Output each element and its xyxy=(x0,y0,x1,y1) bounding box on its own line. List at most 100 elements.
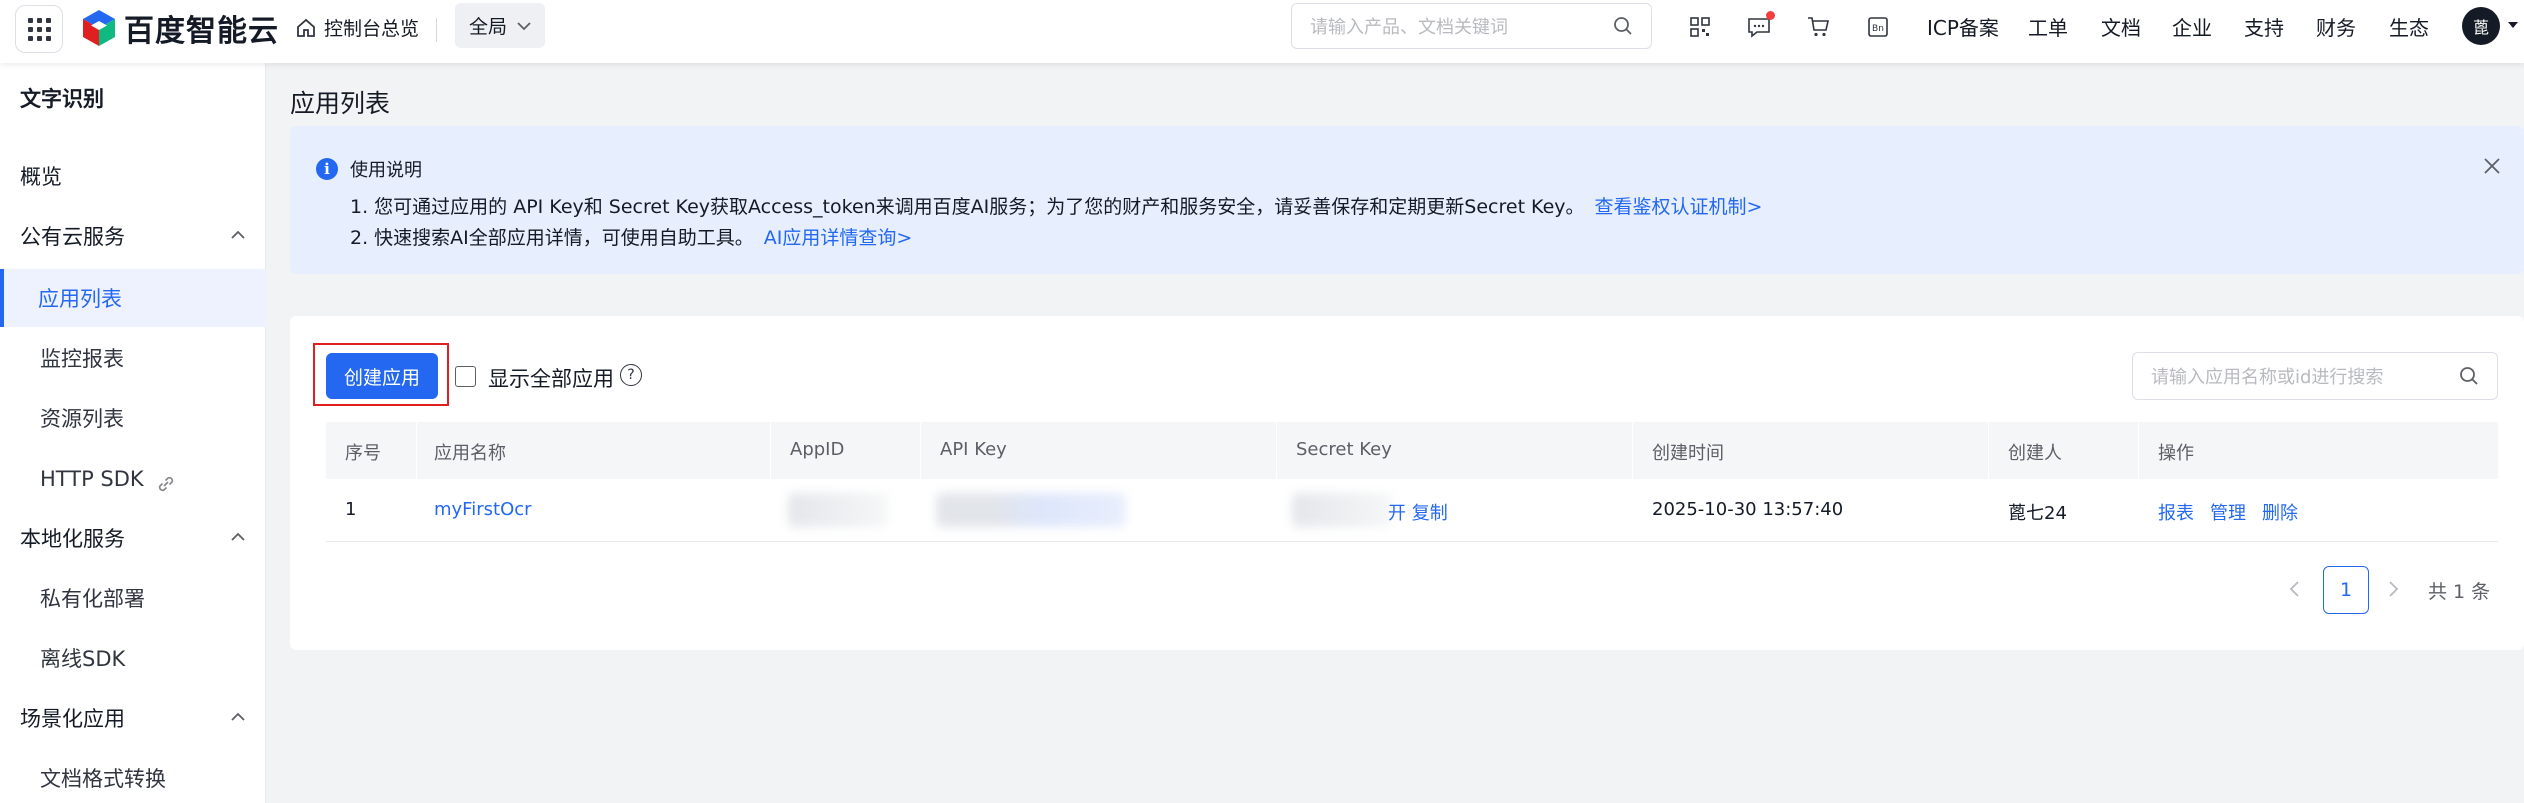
column-divider xyxy=(1988,422,1989,479)
api-key-redacted xyxy=(936,493,1126,527)
global-search-placeholder: 请输入产品、文档关键词 xyxy=(1310,17,1508,38)
qrcode-icon[interactable] xyxy=(1686,13,1714,41)
search-icon[interactable] xyxy=(1613,16,1633,36)
chevron-up-icon xyxy=(231,712,245,721)
chevron-right-icon[interactable] xyxy=(2386,580,2400,598)
region-selector[interactable]: 全局 xyxy=(455,3,545,48)
caret-down-icon[interactable] xyxy=(2506,20,2520,30)
column-header: AppID xyxy=(790,439,845,460)
app-name-link[interactable]: myFirstOcr xyxy=(434,499,532,520)
sidebar-item-resource-list[interactable]: 资源列表 xyxy=(0,389,266,447)
delete-action[interactable]: 删除 xyxy=(2262,499,2298,525)
sidebar-item-label: 私有化部署 xyxy=(40,587,145,611)
console-home-link[interactable]: 控制台总览 xyxy=(296,14,419,41)
sidebar-item-label: 资源列表 xyxy=(40,407,124,431)
nav-link-finance[interactable]: 财务 xyxy=(2316,12,2356,41)
sidebar-group-scenario-apps[interactable]: 场景化应用 xyxy=(0,689,266,747)
manage-action[interactable]: 管理 xyxy=(2210,499,2246,525)
auth-mechanism-link[interactable]: 查看鉴权认证机制> xyxy=(1595,196,1763,218)
sidebar-item-app-list[interactable]: 应用列表 xyxy=(0,269,266,327)
page-title: 应用列表 xyxy=(290,89,391,118)
message-icon[interactable] xyxy=(1745,11,1775,41)
sidebar-item-overview[interactable]: 概览 xyxy=(0,147,266,205)
billing-icon[interactable]: Bn xyxy=(1864,13,1892,41)
nav-link-enterprise[interactable]: 企业 xyxy=(2172,12,2212,41)
sidebar-item-label: 概览 xyxy=(20,165,62,189)
chevron-up-icon xyxy=(231,230,245,239)
secret-key-reveal-copy[interactable]: 开 复制 xyxy=(1388,499,1448,525)
nav-link-ticket[interactable]: 工单 xyxy=(2028,12,2068,41)
column-header: API Key xyxy=(940,439,1007,460)
brand-name: 百度智能云 xyxy=(124,14,279,49)
sidebar-group-local-service[interactable]: 本地化服务 xyxy=(0,509,266,567)
info-icon: i xyxy=(316,158,338,180)
app-search-input[interactable]: 请输入应用名称或id进行搜索 xyxy=(2132,352,2498,400)
sidebar-item-doc-convert[interactable]: 文档格式转换 xyxy=(0,749,266,803)
notice-line-2: 2. 快速搜索AI全部应用详情，可使用自助工具。 AI应用详情查询> xyxy=(350,223,912,250)
sidebar-item-private-deploy[interactable]: 私有化部署 xyxy=(0,569,266,627)
create-app-button[interactable]: 创建应用 xyxy=(326,353,438,399)
sidebar-item-label: 场景化应用 xyxy=(20,707,125,731)
chevron-down-icon xyxy=(517,21,531,30)
user-avatar[interactable]: 蓖 xyxy=(2462,7,2500,45)
nav-link-icp[interactable]: ICP备案 xyxy=(1927,12,1999,41)
question-icon[interactable]: ? xyxy=(620,364,642,386)
notice-line-1-text: 1. 您可通过应用的 API Key和 Secret Key获取Access_t… xyxy=(350,196,1585,218)
column-divider xyxy=(920,422,921,479)
sidebar: 文字识别 概览 公有云服务 应用列表 监控报表 资源列表 HTTP SDK 本地… xyxy=(0,63,266,803)
column-header: 序号 xyxy=(345,443,381,464)
apps-grid-icon xyxy=(27,17,51,41)
nav-link-ecosystem[interactable]: 生态 xyxy=(2389,12,2429,41)
sidebar-group-public-cloud[interactable]: 公有云服务 xyxy=(0,207,266,265)
sidebar-item-label: 文档格式转换 xyxy=(40,767,166,791)
sidebar-item-label: 本地化服务 xyxy=(20,527,125,551)
apps-grid-button[interactable] xyxy=(15,5,63,53)
sidebar-item-http-sdk[interactable]: HTTP SDK xyxy=(0,450,266,508)
search-icon[interactable] xyxy=(2459,366,2479,386)
svg-text:Bn: Bn xyxy=(1872,24,1884,34)
divider xyxy=(436,18,437,42)
column-divider xyxy=(416,422,417,479)
sidebar-item-label: 离线SDK xyxy=(40,647,126,671)
chevron-up-icon xyxy=(231,532,245,541)
appid-redacted xyxy=(788,493,888,527)
column-header: Secret Key xyxy=(1296,439,1392,460)
sidebar-item-offline-sdk[interactable]: 离线SDK xyxy=(0,629,266,687)
home-icon xyxy=(297,18,315,37)
report-action[interactable]: 报表 xyxy=(2158,499,2194,525)
chevron-left-icon[interactable] xyxy=(2288,580,2302,598)
column-header: 创建时间 xyxy=(1652,443,1724,464)
show-all-checkbox[interactable] xyxy=(455,366,476,387)
usage-notice: i 使用说明 1. 您可通过应用的 API Key和 Secret Key获取A… xyxy=(290,126,2524,274)
close-icon[interactable] xyxy=(2482,156,2502,176)
notice-title: 使用说明 xyxy=(350,160,422,181)
cube-logo-icon xyxy=(83,10,115,46)
notice-line-1: 1. 您可通过应用的 API Key和 Secret Key获取Access_t… xyxy=(350,192,1762,219)
app-detail-query-link[interactable]: AI应用详情查询> xyxy=(764,227,913,249)
secret-key-redacted xyxy=(1292,493,1392,527)
row-index: 1 xyxy=(345,499,357,520)
notification-dot xyxy=(1766,11,1775,20)
sidebar-item-label: HTTP SDK xyxy=(40,467,144,491)
top-bar: 百度智能云 控制台总览 全局 请输入产品、文档关键词 Bn ICP备案 工单 文… xyxy=(0,0,2524,63)
column-header: 操作 xyxy=(2158,443,2194,464)
table-header: 序号 应用名称 AppID API Key Secret Key 创建时间 创建… xyxy=(326,422,2498,479)
global-search-input[interactable]: 请输入产品、文档关键词 xyxy=(1291,3,1652,49)
column-divider xyxy=(1632,422,1633,479)
total-count: 共 1 条 xyxy=(2428,581,2491,603)
nav-link-support[interactable]: 支持 xyxy=(2244,12,2284,41)
sidebar-item-monitor-report[interactable]: 监控报表 xyxy=(0,329,266,387)
created-at: 2025-10-30 13:57:40 xyxy=(1652,499,1844,520)
column-header: 创建人 xyxy=(2008,443,2062,464)
sidebar-title: 文字识别 xyxy=(20,87,104,111)
app-search-placeholder: 请输入应用名称或id进行搜索 xyxy=(2151,367,2384,388)
column-divider xyxy=(2138,422,2139,479)
cart-icon[interactable] xyxy=(1805,13,1833,41)
console-home-label: 控制台总览 xyxy=(324,18,420,40)
nav-link-docs[interactable]: 文档 xyxy=(2101,12,2141,41)
page-number[interactable]: 1 xyxy=(2323,566,2369,614)
table-row: 1 myFirstOcr 开 复制 2025-10-30 13:57:40 蓖七… xyxy=(326,479,2498,542)
show-all-label[interactable]: 显示全部应用 xyxy=(488,363,614,393)
sidebar-item-label: 公有云服务 xyxy=(20,225,125,249)
brand-logo[interactable]: 百度智能云 xyxy=(80,6,279,50)
